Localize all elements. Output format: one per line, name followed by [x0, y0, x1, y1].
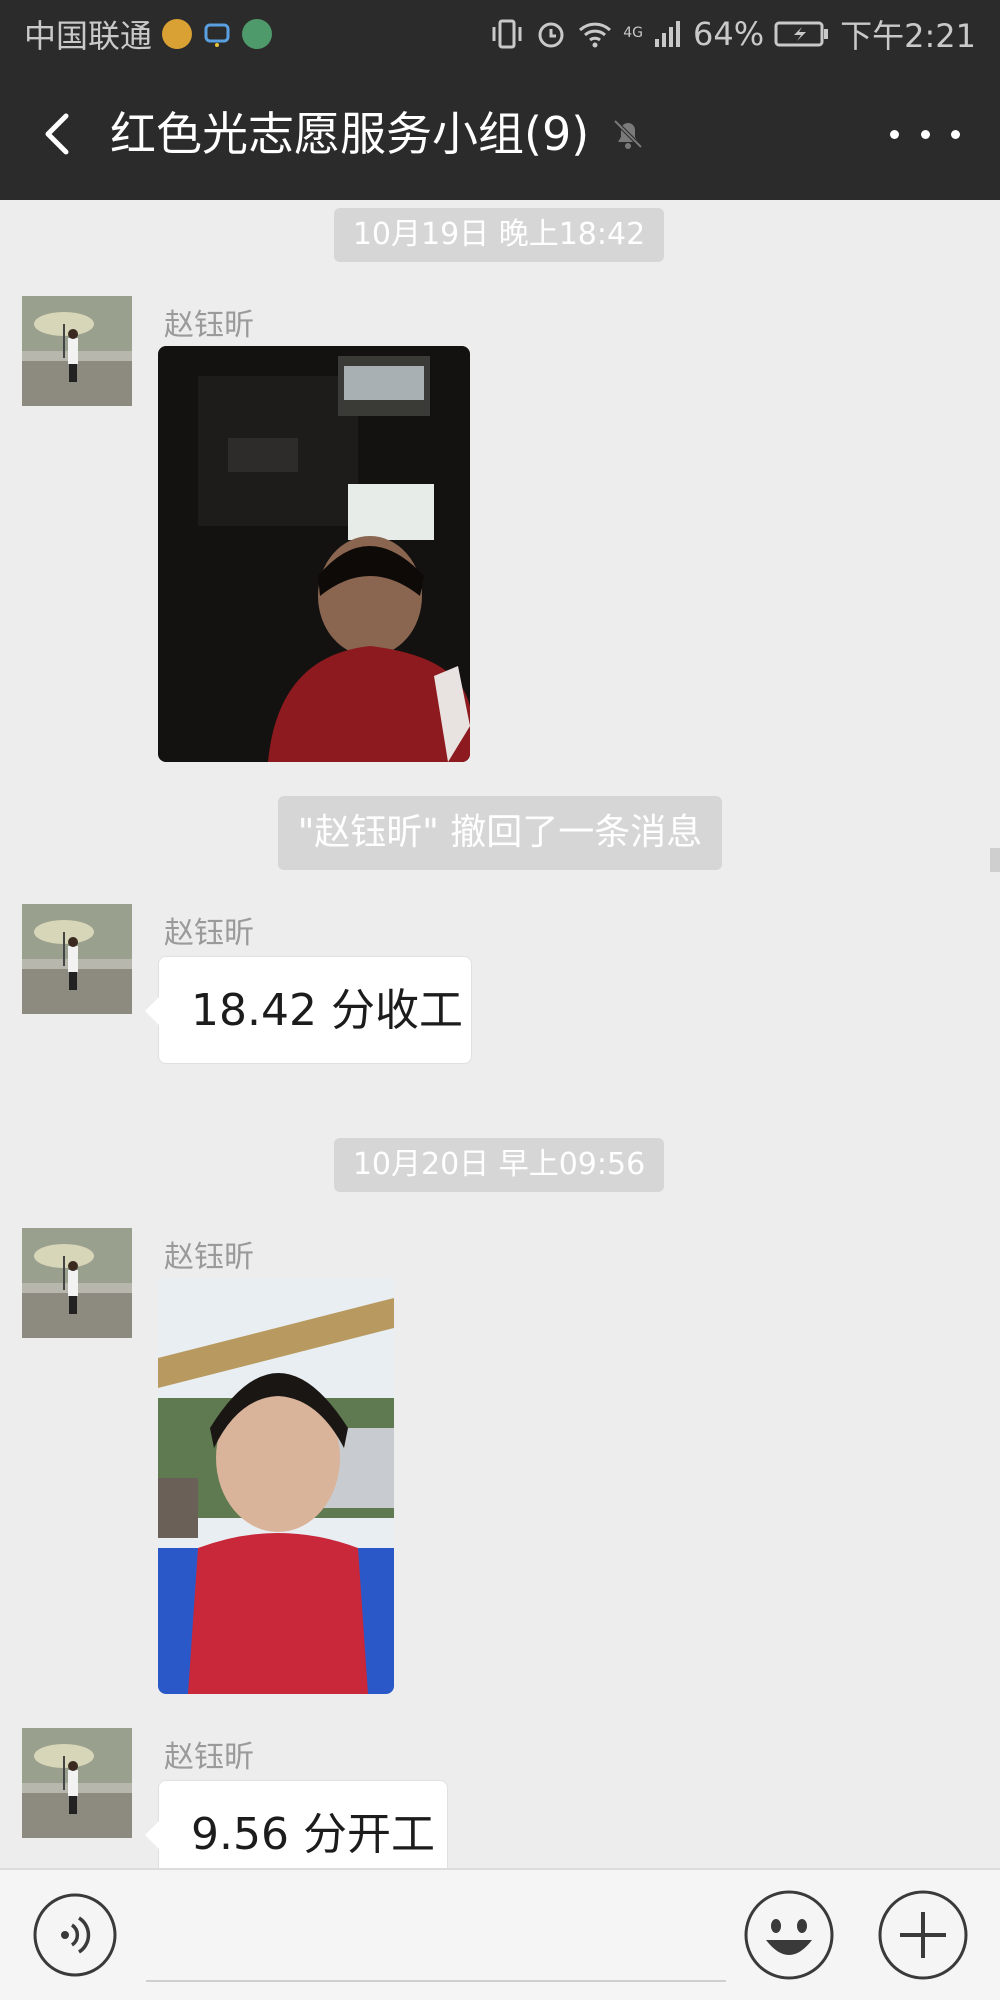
more-dots-icon — [890, 129, 899, 139]
more-button[interactable] — [890, 116, 960, 152]
scroll-indicator[interactable] — [990, 848, 1000, 872]
mail-notification-icon — [162, 19, 193, 49]
photo-message[interactable] — [158, 1278, 394, 1694]
sender-name: 赵钰昕 — [164, 1240, 254, 1275]
battery-icon — [774, 20, 830, 48]
sender-name: 赵钰昕 — [164, 1740, 254, 1775]
text-message-bubble[interactable]: 9.56 分开工 — [145, 1780, 448, 1868]
chevron-left-icon — [45, 113, 69, 155]
sender-name: 赵钰昕 — [164, 308, 254, 343]
avatar[interactable] — [22, 1228, 132, 1338]
status-right: 4G 64% 下午2:21 — [489, 11, 976, 57]
photo-message[interactable] — [158, 346, 470, 762]
app-notification-icon — [242, 19, 273, 49]
vibrate-icon — [489, 18, 525, 50]
back-button[interactable] — [30, 102, 90, 166]
message-input[interactable] — [146, 1894, 726, 1982]
sender-name: 赵钰昕 — [164, 916, 254, 951]
bell-muted-icon — [610, 116, 646, 152]
wifi-icon — [577, 19, 613, 49]
more-functions-button[interactable] — [876, 1888, 970, 1982]
more-dots-icon — [951, 129, 960, 139]
recall-notice: "赵钰昕" 撤回了一条消息 — [278, 796, 722, 870]
signal-icon — [653, 19, 683, 49]
chat-notification-icon — [202, 19, 232, 49]
chat-title: 红色光志愿服务小组(9) — [110, 107, 590, 161]
plus-icon — [878, 1890, 968, 1980]
battery-percent: 64% — [693, 15, 765, 53]
status-left: 中国联通 — [24, 11, 273, 57]
timestamp-divider: 10月19日 晚上18:42 — [334, 208, 664, 262]
carrier-label: 中国联通 — [24, 17, 153, 55]
alarm-icon — [535, 18, 567, 50]
timestamp-divider: 10月20日 早上09:56 — [334, 1138, 664, 1192]
message-list[interactable]: 10月19日 晚上18:42 赵钰昕 "赵钰昕" 撤回了一条消息 赵钰昕 18.… — [0, 200, 1000, 1868]
avatar[interactable] — [22, 1728, 132, 1838]
input-bar — [0, 1868, 1000, 2000]
emoji-icon — [744, 1890, 834, 1980]
voice-button[interactable] — [32, 1892, 118, 1978]
avatar[interactable] — [22, 904, 132, 1014]
voice-input-icon — [33, 1893, 117, 1977]
avatar[interactable] — [22, 296, 132, 406]
clock: 下午2:21 — [840, 17, 976, 55]
network-type-label: 4G — [623, 25, 643, 41]
status-bar: 中国联通 4G 64% 下午2:21 — [0, 0, 1000, 68]
more-dots-icon — [920, 129, 930, 139]
text-message-bubble[interactable]: 18.42 分收工 — [145, 956, 472, 1064]
chat-header: 红色光志愿服务小组(9) — [0, 68, 1000, 200]
emoji-button[interactable] — [742, 1888, 836, 1982]
